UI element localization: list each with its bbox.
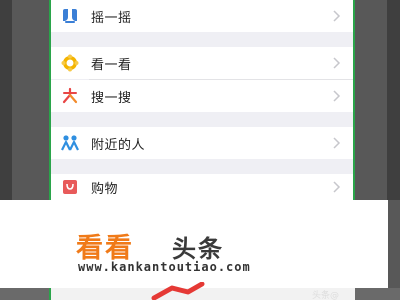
watermark-url: www.kankantoutiao.com: [78, 260, 251, 274]
shake-icon: [61, 7, 79, 25]
corner-source-text: 头条@: [312, 291, 340, 300]
menu-item-label: 摇一摇: [91, 10, 132, 26]
look-icon: [61, 54, 79, 72]
chevron-right-icon: [333, 57, 341, 69]
menu-item-shopping[interactable]: 购物: [51, 174, 353, 200]
phone-edge-right: [387, 0, 400, 200]
menu-item-look[interactable]: 看一看: [51, 47, 353, 79]
phone-edge-left: [0, 0, 12, 200]
menu-item-shake[interactable]: 摇一摇: [51, 0, 353, 32]
menu-item-label: 附近的人: [91, 137, 146, 153]
shopping-bag-icon: [61, 178, 79, 196]
menu-item-search[interactable]: 搜一搜: [51, 80, 353, 112]
red-arrow-icon: [151, 282, 205, 300]
menu-item-label: 购物: [91, 181, 119, 197]
screen: 摇一摇 看一看 搜一搜 附近的人 购物 看看 头条 www.kankantout…: [0, 0, 400, 300]
chevron-right-icon: [333, 90, 341, 102]
chevron-right-icon: [333, 137, 341, 149]
menu-item-nearby-people[interactable]: 附近的人: [51, 127, 353, 159]
discover-menu: 摇一摇 看一看 搜一搜 附近的人 购物: [49, 0, 355, 200]
chevron-right-icon: [333, 181, 341, 193]
search-star-icon: [61, 87, 79, 105]
menu-item-label: 看一看: [91, 57, 132, 73]
watermark-brand-dark: 头条: [172, 235, 224, 263]
menu-item-label: 搜一搜: [91, 90, 132, 106]
chevron-right-icon: [333, 10, 341, 22]
nearby-people-icon: [61, 134, 79, 152]
